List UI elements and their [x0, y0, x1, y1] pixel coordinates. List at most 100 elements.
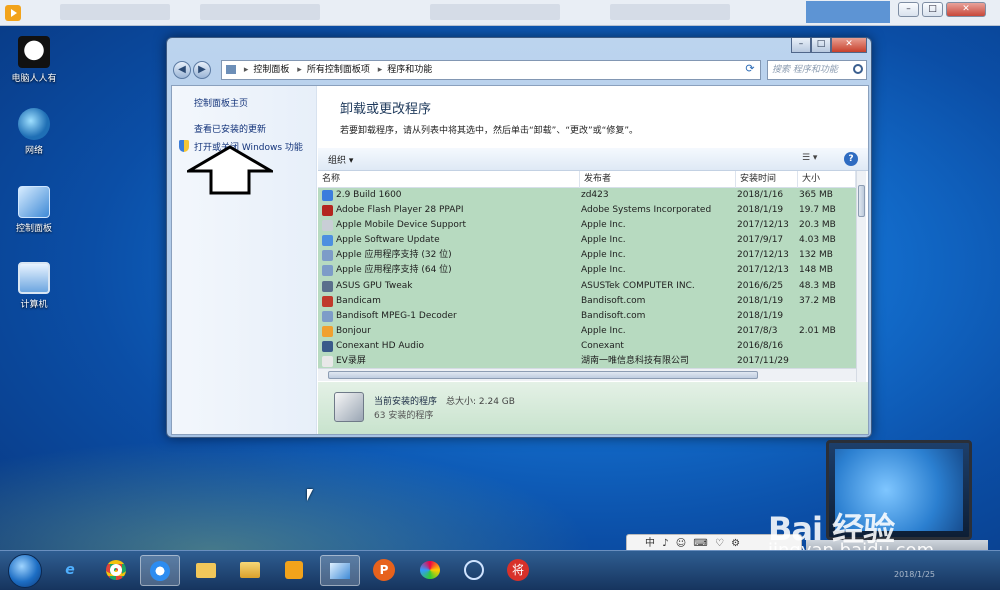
ie-icon[interactable]: e: [50, 555, 90, 586]
breadcrumb-item[interactable]: 控制面板: [253, 65, 289, 75]
table-row[interactable]: Bandicam Bandisoft.com 2018/1/19 37.2 MB: [318, 294, 856, 309]
page-subtitle: 若要卸载程序，请从列表中将其选中，然后单击“卸载”、“更改”或“修复”。: [340, 126, 638, 136]
program-publisher: Apple Inc.: [581, 265, 626, 276]
blurred-tab[interactable]: [200, 4, 320, 20]
program-name: EV录屏: [336, 356, 366, 367]
program-publisher: Apple Inc.: [581, 250, 626, 261]
program-name: Apple Mobile Device Support: [336, 220, 467, 231]
blurred-tab[interactable]: [60, 4, 170, 20]
table-row[interactable]: Apple Mobile Device Support Apple Inc. 201…: [318, 218, 856, 233]
program-list: 2.9 Build 1600 zd423 2018/1/16 365 MB Adobe …: [318, 188, 856, 368]
sidebar: 控制面板主页 查看已安装的更新 打开或关闭 Windows 功能: [172, 86, 317, 434]
control-panel-small-icon: [226, 65, 236, 74]
table-row[interactable]: Bonjour Apple Inc. 2017/8/3 2.01 MB: [318, 324, 856, 339]
search-placeholder: 搜索 程序和功能: [772, 65, 838, 75]
blurred-tab[interactable]: [430, 4, 560, 20]
vertical-scrollbar[interactable]: [856, 171, 866, 383]
chess-icon[interactable]: 将: [498, 555, 538, 586]
table-row[interactable]: Bandisoft MPEG-1 Decoder Bandisoft.com 201…: [318, 309, 856, 324]
program-publisher: Apple Inc.: [581, 235, 626, 246]
table-row[interactable]: Apple 应用程序支持 (32 位) Apple Inc. 2017/12/13 1…: [318, 248, 856, 263]
sidebar-link-updates[interactable]: 查看已安装的更新: [194, 122, 266, 135]
media-icon[interactable]: [274, 555, 314, 586]
page-title: 卸载或更改程序: [340, 102, 432, 117]
folder-icon[interactable]: [186, 555, 226, 586]
program-publisher: Conexant: [581, 340, 624, 351]
desktop-icon-computer[interactable]: 计算机: [4, 262, 64, 310]
blurred-tab[interactable]: [610, 4, 730, 20]
vertical-scroll-thumb[interactable]: [858, 185, 865, 217]
horizontal-scrollbar[interactable]: [318, 368, 856, 381]
program-install-date: 2018/1/16: [737, 190, 784, 200]
paint-icon[interactable]: [410, 555, 450, 586]
program-name: Bandicam: [336, 295, 381, 306]
host-maximize-button[interactable]: □: [922, 2, 943, 17]
desktop-icon-control-panel[interactable]: 控制面板: [4, 186, 64, 234]
maximize-button[interactable]: □: [811, 38, 831, 53]
window-controls: – □ ✕: [791, 38, 867, 55]
table-row[interactable]: Conexant HD Audio Conexant 2016/8/16: [318, 339, 856, 354]
refresh-icon[interactable]: ⟳: [741, 61, 759, 77]
chrome-icon[interactable]: [96, 555, 136, 586]
close-button[interactable]: ✕: [831, 38, 867, 53]
browser-icon[interactable]: [140, 555, 180, 586]
column-header-date[interactable]: 安装时间: [736, 171, 798, 188]
program-publisher: zd423: [581, 190, 609, 200]
search-input[interactable]: 搜索 程序和功能: [767, 60, 867, 80]
address-bar[interactable]: ▸ 控制面板 ▸ 所有控制面板项 ▸ 程序和功能: [221, 60, 761, 80]
program-icon: [322, 325, 333, 337]
column-header-publisher[interactable]: 发布者: [580, 171, 736, 188]
program-install-date: 2017/9/17: [737, 235, 784, 246]
column-header-name[interactable]: 名称: [318, 171, 580, 188]
help-icon[interactable]: ?: [844, 152, 858, 166]
start-button[interactable]: [8, 554, 42, 588]
breadcrumb-item[interactable]: 所有控制面板项: [307, 65, 370, 75]
organize-menu[interactable]: 组织 ▾: [328, 153, 353, 166]
program-name: ASUS GPU Tweak: [336, 280, 413, 291]
breadcrumb-item[interactable]: 程序和功能: [387, 65, 432, 75]
program-install-date: 2018/1/19: [737, 310, 784, 321]
program-icon: [322, 190, 333, 201]
host-tab-active[interactable]: [806, 1, 890, 23]
computer-icon: [18, 262, 50, 294]
table-row[interactable]: Apple 应用程序支持 (64 位) Apple Inc. 2017/12/13 1…: [318, 263, 856, 278]
sidebar-link-home[interactable]: 控制面板主页: [194, 96, 248, 109]
minimize-button[interactable]: –: [791, 38, 811, 53]
table-row[interactable]: ASUS GPU Tweak ASUSTek COMPUTER INC. 2016/…: [318, 279, 856, 294]
back-button[interactable]: ◀: [173, 61, 191, 79]
table-row[interactable]: Adobe Flash Player 28 PPAPI Adobe Systems…: [318, 203, 856, 218]
program-name: Apple 应用程序支持 (64 位): [336, 265, 452, 276]
ime-toolbar-icons: 中 ♪ ☺ ⌨ ♡ ⚙: [645, 538, 743, 549]
details-pane: 当前安装的程序 总大小: 2.24 GB 63 安装的程序: [318, 382, 868, 434]
details-program-count: 63 安装的程序: [374, 411, 434, 421]
desktop-icon-panda[interactable]: 电脑人人有: [4, 36, 64, 84]
up-arrow-annotation: [187, 145, 273, 195]
program-install-date: 2016/6/25: [737, 280, 784, 291]
player-app-icon[interactable]: [5, 5, 21, 21]
desktop-icon-label: 控制面板: [15, 224, 52, 234]
host-close-button[interactable]: ✕: [946, 2, 986, 17]
network-icon: [18, 108, 50, 140]
table-row[interactable]: 2.9 Build 1600 zd423 2018/1/16 365 MB: [318, 188, 856, 203]
program-size: 20.3 MB: [799, 220, 836, 231]
forward-button[interactable]: ▶: [193, 61, 211, 79]
program-icon: [322, 310, 333, 322]
column-header-size[interactable]: 大小: [798, 171, 856, 188]
table-row[interactable]: EV录屏 湖南一唯信息科技有限公司 2017/11/29: [318, 354, 856, 368]
horizontal-scroll-thumb[interactable]: [328, 371, 758, 379]
window-body: 控制面板主页 查看已安装的更新 打开或关闭 Windows 功能 卸载或更改程序…: [171, 85, 869, 435]
network-tool-icon[interactable]: [454, 555, 494, 586]
program-size: 37.2 MB: [799, 295, 836, 306]
table-row[interactable]: Apple Software Update Apple Inc. 2017/9/17…: [318, 233, 856, 248]
control-panel-taskbar-icon[interactable]: [320, 555, 360, 586]
host-minimize-button[interactable]: –: [898, 2, 919, 17]
program-size: 148 MB: [799, 265, 833, 276]
program-install-date: 2018/1/19: [737, 205, 784, 216]
desktop-icon-label: 网络: [24, 146, 43, 156]
program-name: Bandisoft MPEG-1 Decoder: [336, 310, 457, 321]
desktop-icon-network[interactable]: 网络: [4, 108, 64, 156]
view-options-icon[interactable]: ☰ ▾: [802, 153, 817, 163]
program-size: 132 MB: [799, 250, 833, 261]
explorer-icon[interactable]: [230, 555, 270, 586]
p-app-icon[interactable]: P: [364, 555, 404, 586]
